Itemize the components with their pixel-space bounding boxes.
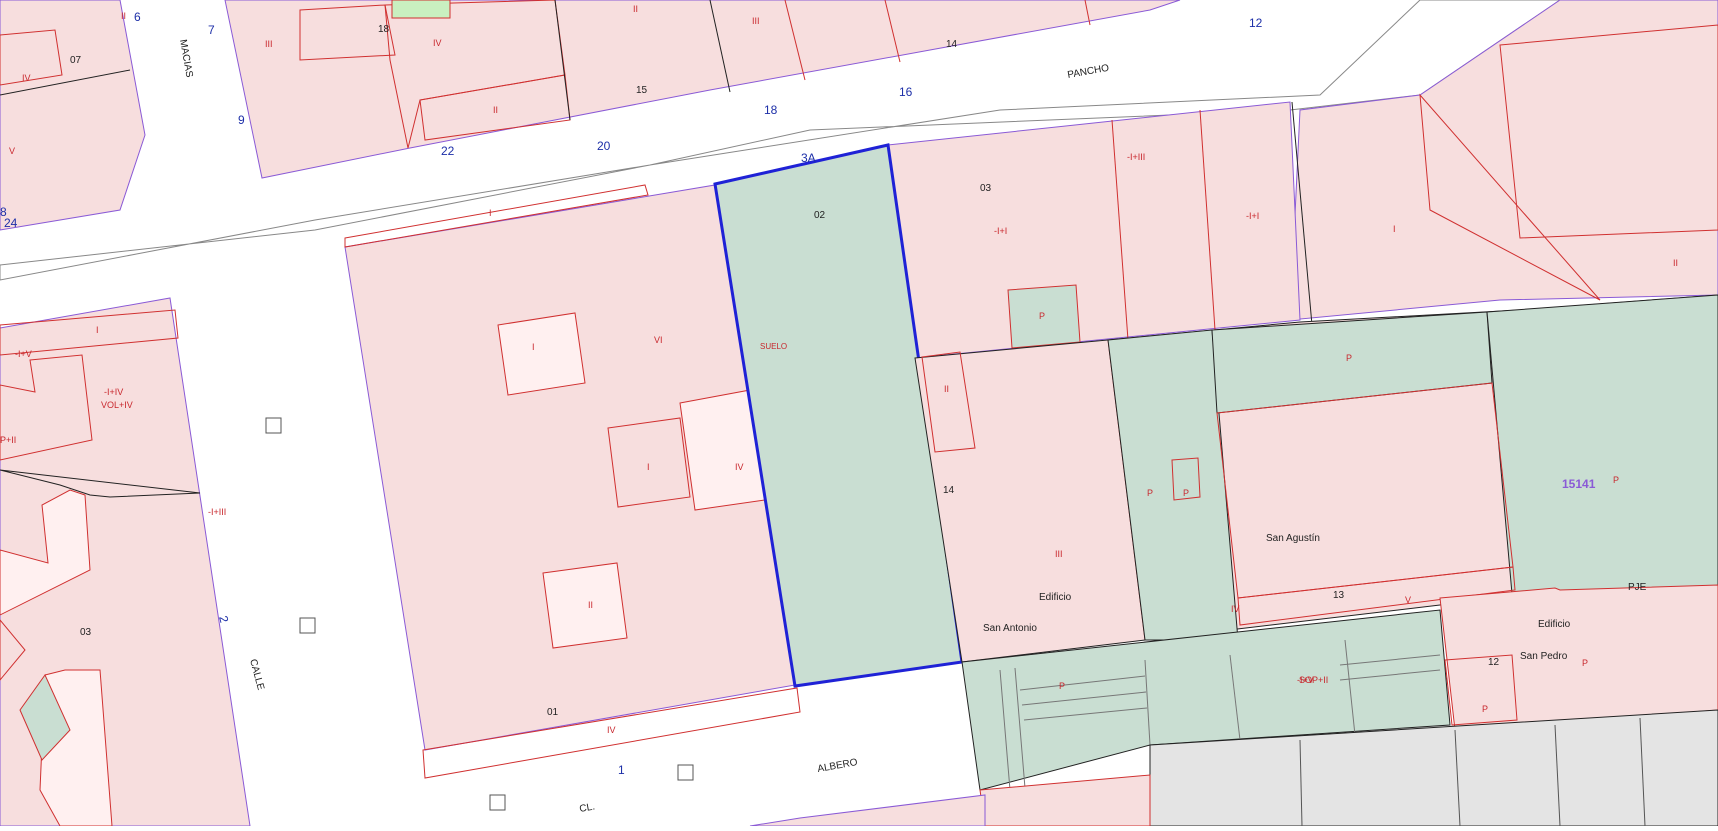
street-label: PANCHO xyxy=(1067,63,1111,81)
block-top-right xyxy=(1289,0,1718,321)
street-label: CALLE xyxy=(247,658,266,692)
floor-code: II xyxy=(944,384,949,394)
house-number: 3A xyxy=(801,151,816,165)
floor-code: IV xyxy=(735,462,744,472)
land-label: SUELO xyxy=(760,342,787,351)
floor-code: -I+I xyxy=(994,226,1007,236)
floor-code: P xyxy=(1346,353,1352,363)
parcel-number: 14 xyxy=(943,485,955,496)
floor-code: III xyxy=(752,16,760,26)
floor-code: IV xyxy=(433,38,442,48)
house-number: 6 xyxy=(134,10,141,24)
house-number: 7 xyxy=(208,23,215,37)
place-name: San Antonio xyxy=(983,623,1037,634)
floor-code: II xyxy=(493,105,498,115)
parcel-number: 02 xyxy=(814,210,826,221)
floor-code: -I+I xyxy=(1246,211,1259,221)
floor-code: -I+V xyxy=(1297,675,1314,685)
parcel-number: 03 xyxy=(980,183,992,194)
floor-code: VI xyxy=(654,335,663,345)
floor-code: IV xyxy=(607,725,616,735)
floor-code: -I+V xyxy=(15,349,32,359)
street-label: ALBERO xyxy=(817,757,859,775)
house-number: 9 xyxy=(238,113,245,127)
floor-code: P xyxy=(1039,311,1045,321)
parking-strip-3 xyxy=(1486,294,1718,606)
floor-code: V xyxy=(1405,595,1411,605)
house-number: 22 xyxy=(441,144,455,158)
floor-code: P xyxy=(1183,488,1189,498)
floor-code: III xyxy=(265,39,273,49)
cadastral-map[interactable]: MACIAS PANCHO CALLE ALBERO CL. PJE 7 9 6 22 20 18 1… xyxy=(0,0,1718,827)
floor-code: -I+IV xyxy=(104,387,123,397)
house-number: 16 xyxy=(899,85,913,99)
parcel-number: 18 xyxy=(378,24,390,35)
parcel-number: 01 xyxy=(547,707,559,718)
parcel-number: 15 xyxy=(636,85,648,96)
house-number: 8 xyxy=(0,205,7,219)
house-number: 18 xyxy=(764,103,778,117)
floor-code: I xyxy=(96,325,99,335)
floor-code: IV xyxy=(1231,604,1240,614)
house-number: 1 xyxy=(618,763,625,777)
floor-code: I xyxy=(647,462,650,472)
floor-code: P xyxy=(1147,488,1153,498)
floor-code: I xyxy=(489,208,492,218)
floor-code: I xyxy=(1393,224,1396,234)
street-label: PJE xyxy=(1628,582,1647,593)
floor-code: P xyxy=(1613,475,1619,485)
floor-code: -I+III xyxy=(208,507,226,517)
street-label: CL. xyxy=(579,801,596,815)
place-name: San Pedro xyxy=(1520,651,1568,662)
floor-code: VOL+IV xyxy=(101,400,133,410)
floor-code: III xyxy=(1055,549,1063,559)
parcel-number: 13 xyxy=(1333,590,1345,601)
house-number: 12 xyxy=(1249,16,1263,30)
floor-code: P xyxy=(1582,658,1588,668)
parcel-number: 07 xyxy=(70,55,82,66)
floor-code: P xyxy=(1059,681,1065,691)
floor-code: II xyxy=(121,11,126,21)
block-east-north xyxy=(887,101,1301,359)
floor-code: P+II xyxy=(0,435,16,445)
place-name: Edificio xyxy=(1039,592,1072,603)
floor-code: I xyxy=(532,342,535,352)
floor-code: P xyxy=(1482,704,1488,714)
parcel-number: 14 xyxy=(946,39,958,50)
place-name: San Agustín xyxy=(1266,533,1320,544)
place-name: Edificio xyxy=(1538,619,1571,630)
floor-code: IV xyxy=(22,73,31,83)
parcel-number: 12 xyxy=(1488,657,1500,668)
house-number: 20 xyxy=(597,139,611,153)
floor-code: -I+III xyxy=(1127,152,1145,162)
floor-code: II xyxy=(633,4,638,14)
block-top-left xyxy=(0,0,146,231)
floor-code: II xyxy=(588,600,593,610)
street-label: MACIAS xyxy=(177,39,195,79)
floor-code: II xyxy=(1673,258,1678,268)
floor-code: V xyxy=(9,146,15,156)
parcel-number: 03 xyxy=(80,627,92,638)
parcel-reference-label: 15141 xyxy=(1562,477,1596,491)
